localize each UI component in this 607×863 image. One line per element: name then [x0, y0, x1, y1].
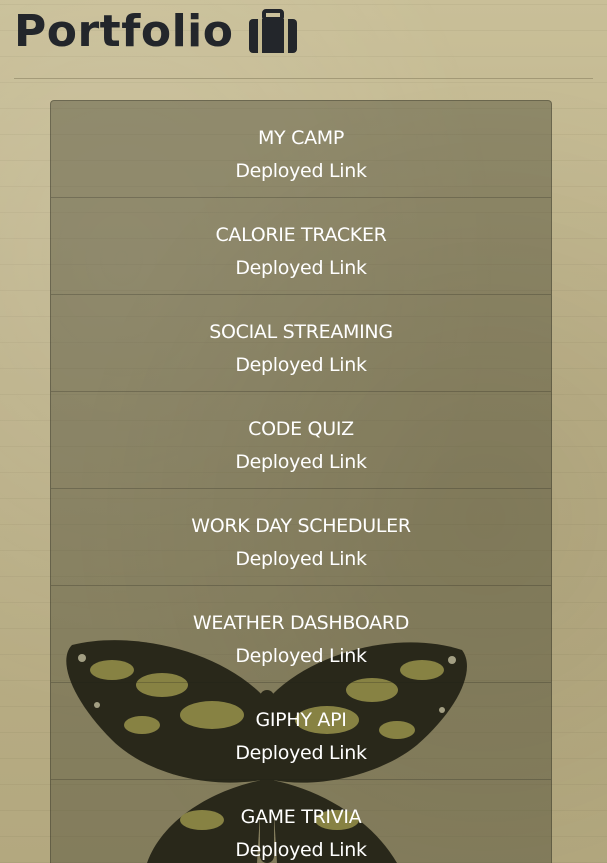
- project-name: CALORIE TRACKER: [215, 224, 387, 246]
- project-name: GIPHY API: [255, 709, 347, 731]
- project-item: MY CAMP Deployed Link: [51, 101, 551, 198]
- project-name: CODE QUIZ: [248, 418, 354, 440]
- project-item: CALORIE TRACKER Deployed Link: [51, 198, 551, 295]
- project-item: CODE QUIZ Deployed Link: [51, 392, 551, 489]
- project-name: WORK DAY SCHEDULER: [191, 515, 411, 537]
- project-item: WORK DAY SCHEDULER Deployed Link: [51, 489, 551, 586]
- page-title: Portfolio: [14, 6, 234, 57]
- deployed-link[interactable]: Deployed Link: [235, 446, 367, 479]
- page-header: Portfolio: [14, 0, 299, 64]
- project-name: SOCIAL STREAMING: [209, 321, 393, 343]
- project-list: MY CAMP Deployed Link CALORIE TRACKER De…: [50, 100, 552, 863]
- project-item: GIPHY API Deployed Link: [51, 683, 551, 780]
- deployed-link[interactable]: Deployed Link: [235, 640, 367, 673]
- deployed-link[interactable]: Deployed Link: [235, 737, 367, 770]
- deployed-link[interactable]: Deployed Link: [235, 543, 367, 576]
- deployed-link[interactable]: Deployed Link: [235, 155, 367, 188]
- project-name: GAME TRIVIA: [240, 806, 362, 828]
- deployed-link[interactable]: Deployed Link: [235, 349, 367, 382]
- header-divider: [14, 78, 593, 79]
- briefcase-icon: [249, 9, 298, 53]
- deployed-link[interactable]: Deployed Link: [235, 252, 367, 285]
- project-item: SOCIAL STREAMING Deployed Link: [51, 295, 551, 392]
- project-item: WEATHER DASHBOARD Deployed Link: [51, 586, 551, 683]
- project-name: MY CAMP: [257, 127, 345, 149]
- deployed-link[interactable]: Deployed Link: [235, 834, 367, 863]
- project-name: WEATHER DASHBOARD: [192, 612, 410, 634]
- project-item: GAME TRIVIA Deployed Link: [51, 780, 551, 863]
